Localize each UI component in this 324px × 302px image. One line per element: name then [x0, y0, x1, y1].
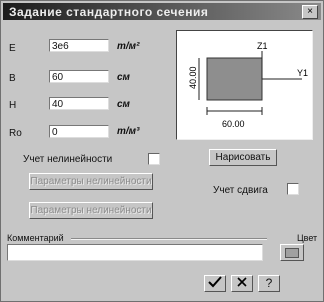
color-swatch — [285, 248, 299, 258]
param-ro-field[interactable]: 0 — [49, 125, 109, 138]
nonlinear-params-button-1[interactable]: Параметры нелинейности — [29, 173, 153, 190]
section-preview: Z1 Y1 40.00 60.00 — [176, 30, 313, 140]
y-axis-label: Y1 — [297, 68, 308, 78]
param-label-e: E — [9, 43, 16, 54]
param-h-field[interactable]: 40 — [49, 97, 109, 110]
help-icon: ? — [265, 276, 273, 290]
shear-label: Учет сдвига — [213, 185, 268, 196]
cross-icon — [237, 277, 247, 287]
nonlinear-params-button-2[interactable]: Параметры нелинейности — [29, 202, 153, 219]
param-b-field[interactable]: 60 — [49, 70, 109, 83]
comment-field[interactable] — [7, 244, 263, 261]
nonlinearity-label: Учет нелинейности — [23, 154, 113, 165]
width-dim-label: 60.00 — [222, 119, 245, 129]
color-button[interactable] — [280, 244, 304, 261]
param-e-field[interactable]: 3e6 — [49, 39, 109, 52]
section-dialog: Задание стандартного сечения × E 3e6 т/м… — [0, 0, 324, 302]
shear-checkbox[interactable] — [287, 183, 299, 195]
cancel-button[interactable] — [231, 275, 253, 292]
section-drawing: Z1 Y1 40.00 60.00 — [188, 41, 308, 129]
nonlinearity-checkbox[interactable] — [148, 153, 160, 165]
title-bar[interactable]: Задание стандартного сечения × — [3, 3, 321, 20]
check-icon — [208, 276, 222, 288]
param-label-ro: Ro — [9, 128, 22, 139]
height-dim-label: 40.00 — [188, 66, 198, 89]
help-button[interactable]: ? — [258, 275, 280, 292]
section-rectangle — [206, 57, 263, 101]
param-unit-h: см — [117, 99, 130, 110]
close-button[interactable]: × — [302, 5, 318, 19]
ok-button[interactable] — [204, 275, 226, 292]
param-unit-ro: т/м³ — [117, 126, 140, 137]
comment-group-line — [71, 238, 267, 240]
param-unit-e: т/м² — [117, 41, 140, 52]
param-label-h: H — [9, 100, 17, 111]
color-label: Цвет — [297, 233, 318, 243]
param-unit-b: см — [117, 72, 130, 83]
draw-button[interactable]: Нарисовать — [209, 149, 277, 166]
z-axis-label: Z1 — [257, 41, 268, 51]
dialog-title: Задание стандартного сечения — [9, 5, 209, 19]
param-label-b: B — [9, 73, 16, 84]
comment-label: Комментарий — [7, 233, 64, 243]
